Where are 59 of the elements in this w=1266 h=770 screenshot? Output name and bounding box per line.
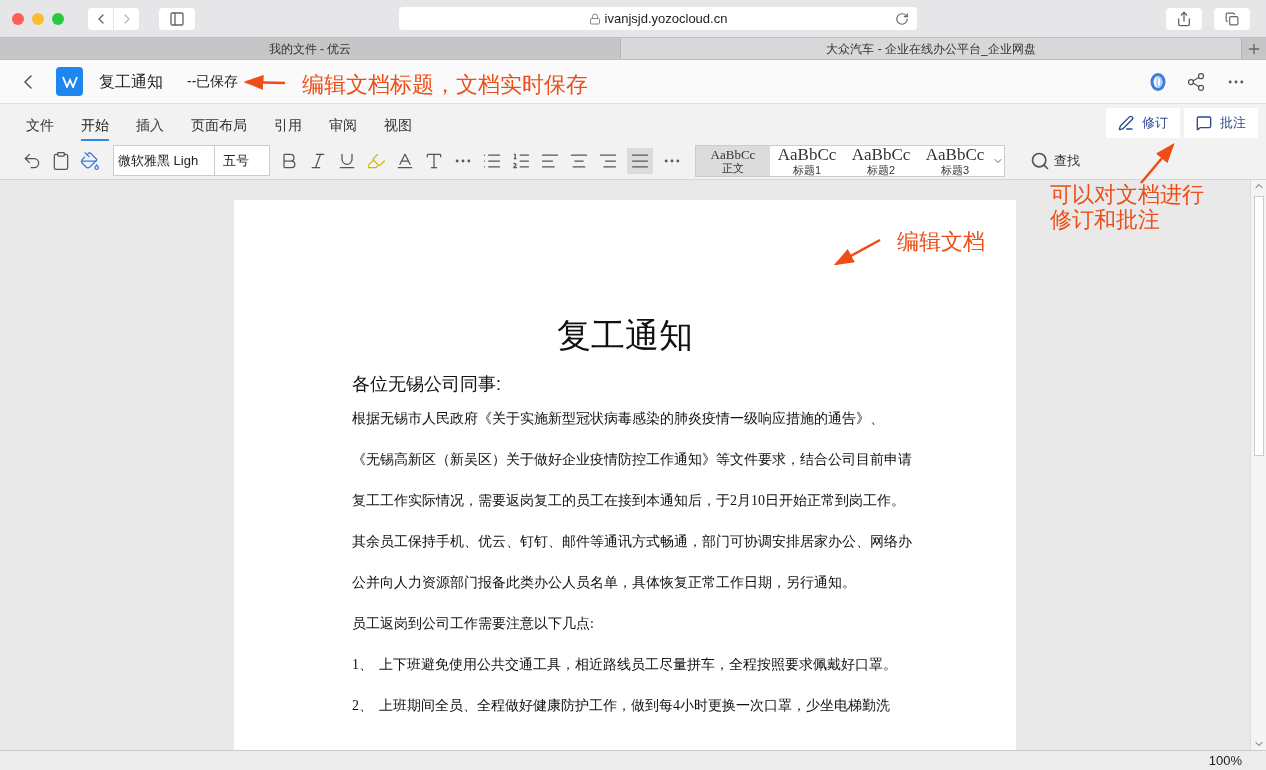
sidebar-button[interactable] (159, 7, 195, 30)
annotation-arrow (243, 74, 286, 90)
pen-icon (1118, 115, 1134, 131)
document-title[interactable]: 复工通知 (99, 69, 163, 94)
paragraph-line: 根据无锡市人民政府《关于实施新型冠状病毒感染的肺炎疫情一级响应措施的通告》、 (352, 410, 885, 428)
paste-icon[interactable] (51, 150, 71, 171)
style-option[interactable]: AaBbCc 正文 (696, 145, 770, 176)
address-bar[interactable]: ivanjsjd.yozocloud.cn (399, 7, 917, 30)
paragraph-line: 《无锡高新区（新吴区）关于做好企业疫情防控工作通知》等文件要求，结合公司目前申请 (352, 451, 913, 469)
document-page[interactable] (234, 200, 1016, 750)
share-button[interactable] (1166, 7, 1202, 30)
browser-tab[interactable]: 大众汽车 - 企业在线办公平台_企业网盘 (621, 38, 1242, 59)
back-button[interactable] (88, 7, 113, 30)
list-number: 1、 (352, 656, 374, 674)
save-status: --已保存 (187, 72, 239, 91)
annotation-text: 编辑文档标题，文档实时保存 (302, 71, 588, 99)
sidebar-icon (169, 10, 185, 27)
salutation: 各位无锡公司同事: (352, 373, 502, 396)
close-window-button[interactable] (12, 12, 24, 25)
review-button[interactable]: 修订 (1106, 108, 1180, 138)
ribbon-tab[interactable]: 引用 (274, 111, 302, 141)
search-icon (1030, 150, 1050, 171)
paragraph-line: 其余员工保持手机、优云、钉钉、邮件等通讯方式畅通，部门可协调安排居家办公、网络办 (352, 533, 913, 551)
reload-icon[interactable] (895, 11, 909, 26)
lock-icon (588, 12, 601, 25)
ribbon-tab[interactable]: 文件 (26, 111, 54, 141)
list-item-text: 上下班避免使用公共交通工具，相近路线员工尽量拼车，全程按照要求佩戴好口罩。 (379, 656, 897, 674)
review-button[interactable]: 批注 (1184, 108, 1258, 138)
paragraph-line: 公并向人力资源部门报备此类办公人员名单，具体恢复正常工作日期，另行通知。 (352, 574, 857, 592)
ribbon-tab[interactable]: 审阅 (329, 111, 357, 141)
annotation-text: 可以对文档进行修订和批注 (1050, 182, 1205, 232)
paragraph-line: 员工返岗到公司工作需要注意以下几点: (352, 615, 595, 633)
ribbon-tab[interactable]: 页面布局 (191, 111, 247, 141)
ribbon-tab[interactable]: 视图 (384, 111, 412, 141)
scrollbar-thumb[interactable] (1253, 196, 1264, 456)
tabs-overview-button[interactable] (1214, 7, 1250, 30)
style-option[interactable]: AaBbCc 标题3 (918, 145, 992, 176)
ring-logo-icon[interactable] (1150, 72, 1166, 91)
share-icon (1176, 10, 1192, 27)
comment-icon (1196, 115, 1212, 131)
new-tab-button[interactable] (1242, 38, 1266, 59)
url-text: ivanjsjd.yozocloud.cn (604, 9, 728, 28)
annotation-arrow (833, 238, 881, 266)
paragraph-line: 复工工作实际情况，需要返岗复工的员工在接到本通知后，于2月10日开始正常到岗工作。 (352, 492, 906, 510)
zoom-level: 100% (1208, 751, 1242, 770)
ribbon-tab[interactable]: 插入 (136, 111, 164, 141)
tabs-icon (1225, 11, 1239, 26)
document-heading: 复工通知 (556, 316, 694, 356)
document-app-icon (56, 67, 83, 96)
list-item-text: 上班期间全员、全程做好健康防护工作，做到每4小时更换一次口罩，少坐电梯勤洗 (379, 697, 890, 715)
list-number: 2、 (352, 697, 374, 715)
find-button[interactable]: 查找 (1030, 150, 1080, 171)
share-icon[interactable] (1186, 71, 1206, 92)
format-painter-icon[interactable] (80, 150, 100, 171)
browser-tab[interactable]: 我的文件 - 优云 (0, 38, 621, 59)
style-option[interactable]: AaBbCc 标题1 (770, 145, 844, 176)
style-option[interactable]: AaBbCc 标题2 (844, 145, 918, 176)
annotation-text: 编辑文档 (897, 228, 985, 256)
annotation-arrow (1140, 143, 1175, 184)
